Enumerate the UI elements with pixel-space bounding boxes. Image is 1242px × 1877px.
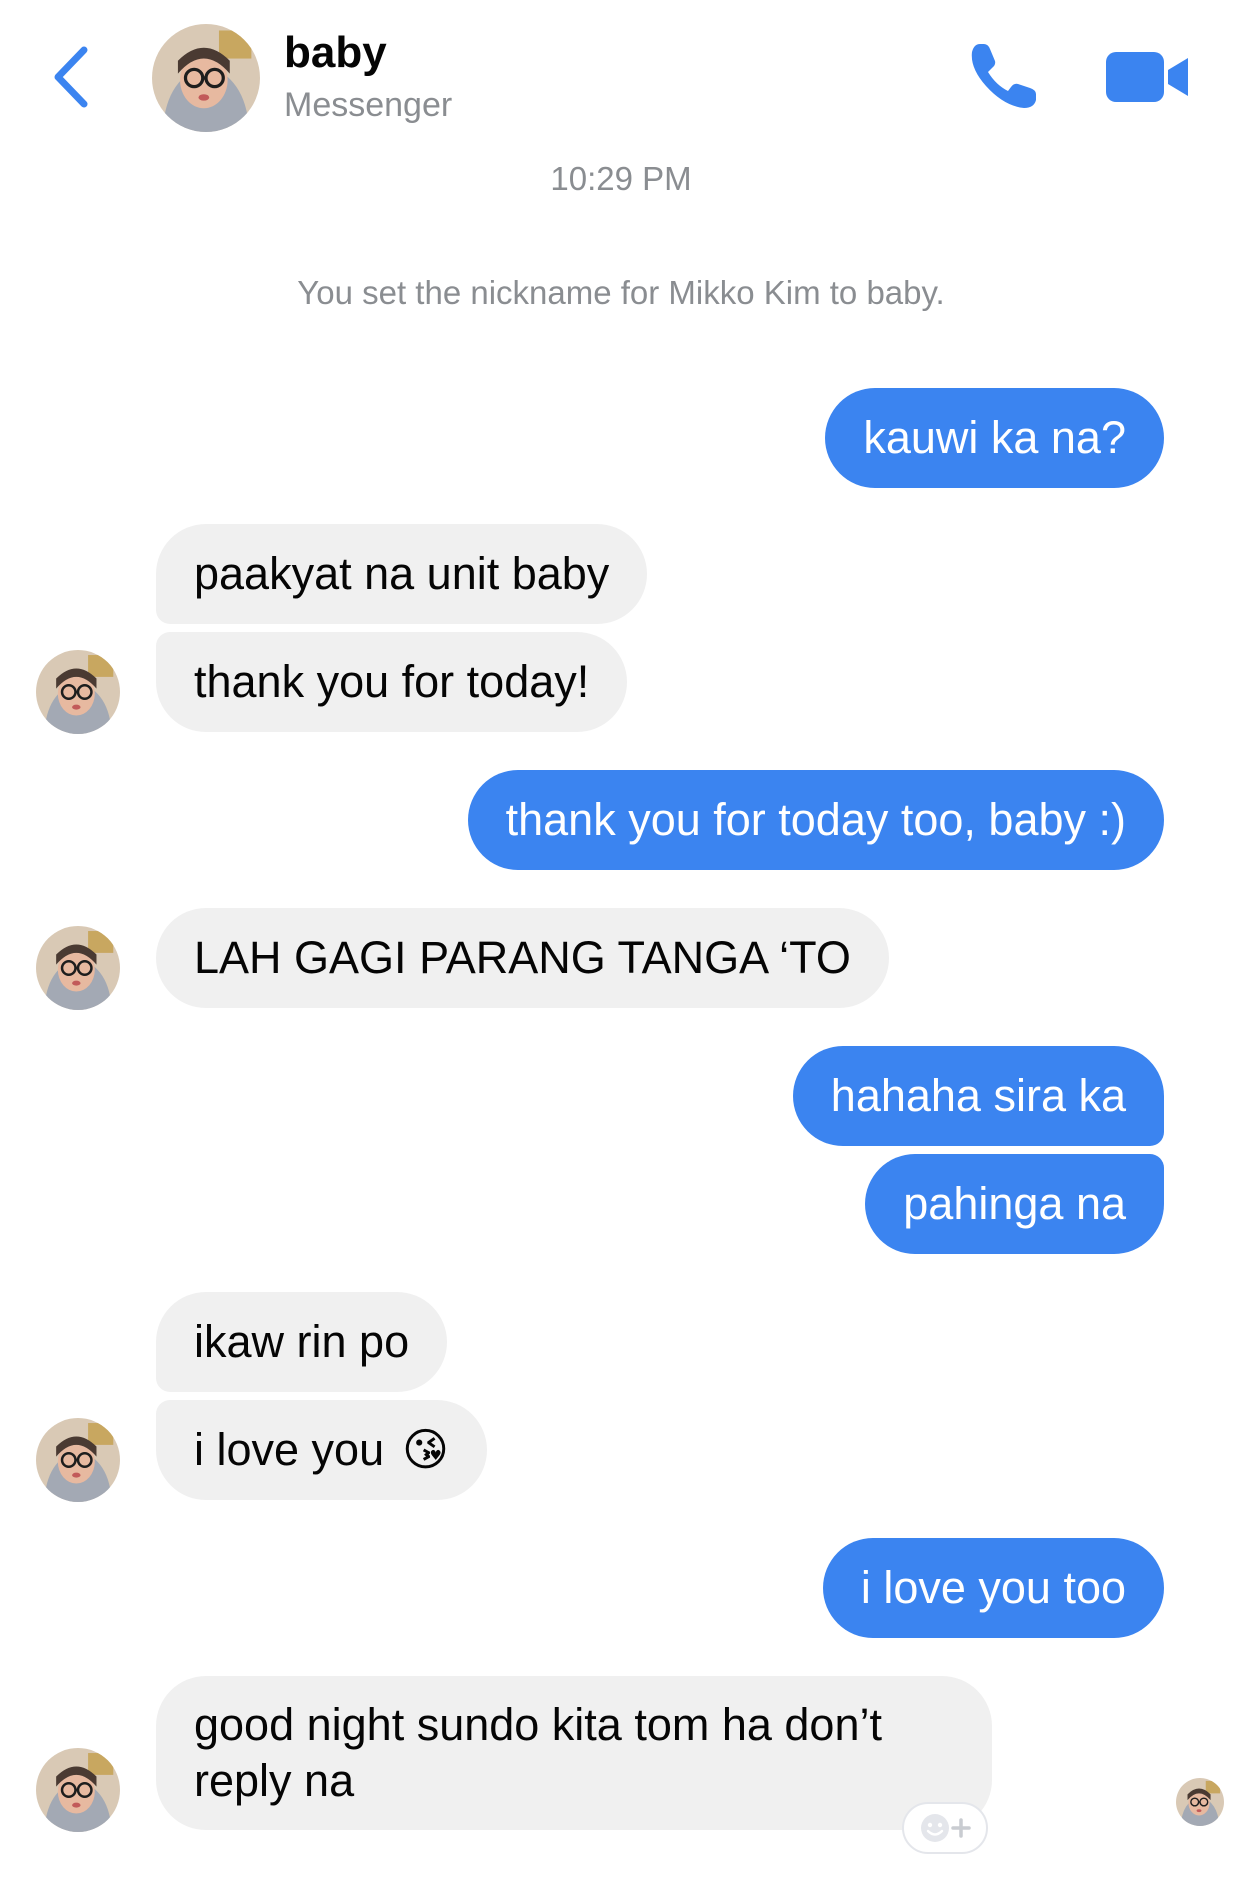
outgoing-message[interactable]: i love you too <box>822 1538 1164 1638</box>
chevron-left-icon[interactable] <box>48 44 98 110</box>
message-text: paakyat na unit baby <box>194 548 610 599</box>
app-name: Messenger <box>284 86 453 124</box>
system-message: You set the nickname for Mikko Kim to ba… <box>297 274 945 311</box>
message-text: thank you for today! <box>194 656 590 707</box>
sender-avatar[interactable] <box>36 1748 120 1832</box>
incoming-message[interactable]: good night sundo kita tom ha don’t reply… <box>156 1676 992 1830</box>
add-reaction-icon[interactable] <box>902 1802 988 1854</box>
message-text: hahaha sira ka <box>830 1070 1126 1121</box>
message-text: kauwi ka na? <box>863 412 1126 463</box>
sender-avatar[interactable] <box>36 650 120 734</box>
incoming-message[interactable]: thank you for today! <box>156 632 628 732</box>
thread-timestamp: 10:29 PM <box>550 160 692 197</box>
message-text: i love you too <box>860 1562 1126 1613</box>
incoming-message[interactable]: LAH GAGI PARANG TANGA ‘TO <box>156 908 889 1008</box>
message-text: i love you <box>194 1424 385 1475</box>
phone-icon[interactable] <box>966 38 1042 114</box>
outgoing-message[interactable]: kauwi ka na? <box>825 388 1164 488</box>
conversation-header: baby Messenger <box>0 0 1242 152</box>
message-text: good night sundo kita tom ha don’t reply… <box>194 1699 882 1806</box>
outgoing-message[interactable]: pahinga na <box>865 1154 1164 1254</box>
incoming-message[interactable]: paakyat na unit baby <box>156 524 648 624</box>
sender-avatar[interactable] <box>36 1418 120 1502</box>
read-receipt-avatar <box>1176 1778 1224 1826</box>
message-text: pahinga na <box>903 1178 1126 1229</box>
message-text: ikaw rin po <box>194 1316 410 1367</box>
contact-name[interactable]: baby <box>284 28 387 78</box>
message-text: LAH GAGI PARANG TANGA ‘TO <box>194 932 851 983</box>
incoming-message[interactable]: i love you 😘 <box>156 1400 488 1500</box>
kiss-emoji: 😘 <box>402 1423 450 1476</box>
contact-avatar[interactable] <box>152 24 260 132</box>
outgoing-message[interactable]: thank you for today too, baby :) <box>467 770 1164 870</box>
video-camera-icon[interactable] <box>1106 48 1190 106</box>
sender-avatar[interactable] <box>36 926 120 1010</box>
incoming-message[interactable]: ikaw rin po <box>156 1292 448 1392</box>
outgoing-message[interactable]: hahaha sira ka <box>792 1046 1164 1146</box>
message-text: thank you for today too, baby :) <box>505 794 1126 845</box>
